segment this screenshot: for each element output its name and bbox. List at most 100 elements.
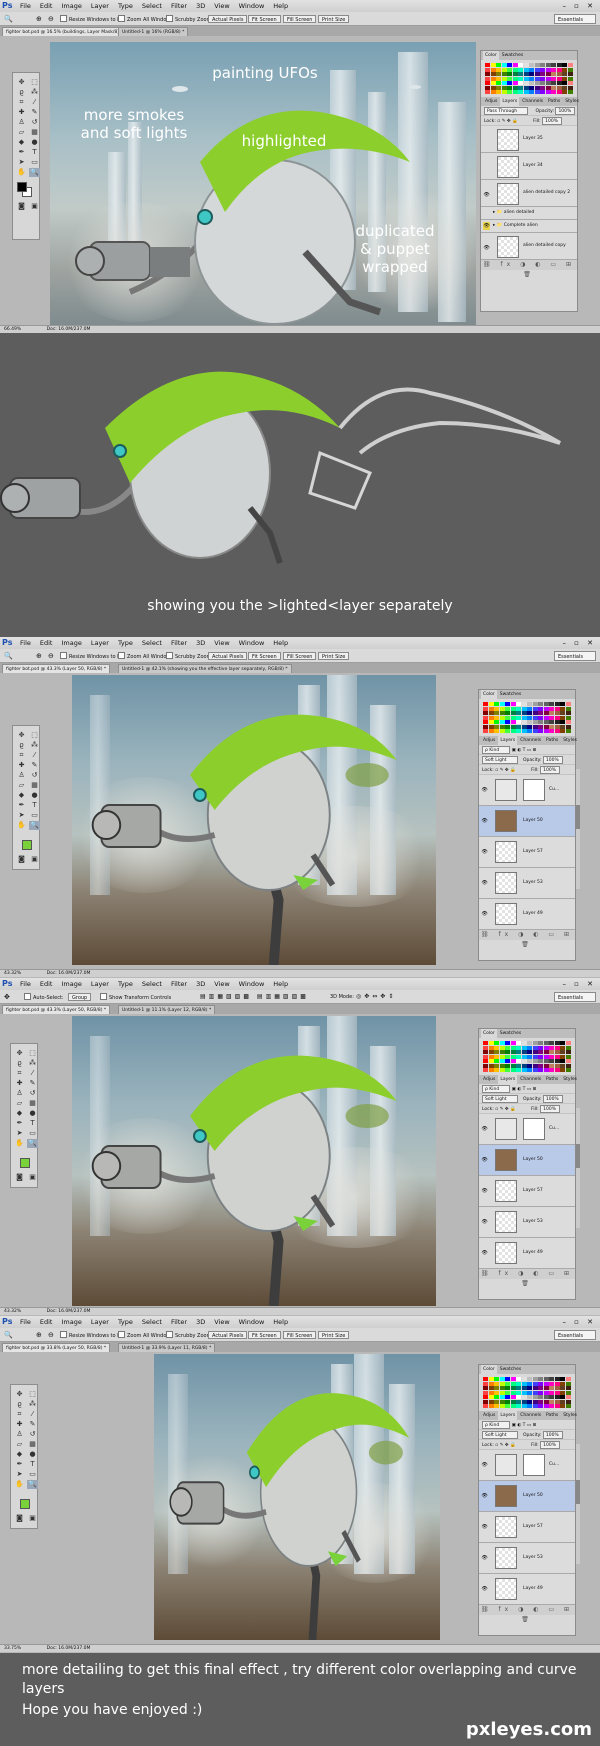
filter-icons[interactable]: ▣ ◐ T ▭ ⊞ (512, 1087, 537, 1092)
swatch[interactable] (488, 720, 494, 724)
blur-tool-icon[interactable]: ◆ (14, 1109, 25, 1118)
document-canvas[interactable]: painting UFOs more smokes and soft light… (50, 42, 476, 328)
zoom-out-icon[interactable]: ⊖ (48, 12, 54, 26)
swatch[interactable] (483, 1399, 488, 1404)
swatch[interactable] (507, 67, 512, 72)
swatch[interactable] (499, 1050, 505, 1054)
tab-layers[interactable]: Layers (498, 736, 518, 745)
swatch[interactable] (549, 1068, 554, 1072)
swatch[interactable] (560, 1390, 565, 1395)
swatch[interactable] (499, 1395, 505, 1399)
tab-paths[interactable]: Paths (544, 1075, 560, 1084)
swatch[interactable] (554, 720, 560, 724)
type-tool-icon[interactable]: T (27, 1460, 38, 1469)
swatch[interactable] (505, 1404, 510, 1408)
swatch[interactable] (521, 715, 527, 720)
swatch[interactable] (529, 67, 534, 72)
3d-mode-icons[interactable]: ◎✥⇔✥⇕ (356, 990, 396, 1004)
swatch[interactable] (565, 715, 571, 720)
swatch[interactable] (518, 76, 523, 81)
opacity-input[interactable]: 100% (542, 756, 563, 764)
swatch[interactable] (483, 711, 488, 715)
swatch[interactable] (554, 1377, 560, 1381)
swatch[interactable] (551, 81, 556, 85)
swatch[interactable] (538, 711, 543, 715)
swatch[interactable] (560, 1395, 565, 1399)
swatch[interactable] (483, 1386, 488, 1390)
swatch[interactable] (483, 1395, 488, 1399)
menu-item[interactable]: Filter (171, 639, 187, 647)
swatch[interactable] (527, 1404, 532, 1408)
tab-channels[interactable]: Channels (520, 97, 545, 106)
swatch[interactable] (565, 1395, 571, 1399)
swatch[interactable] (549, 1390, 554, 1395)
swatch[interactable] (499, 1386, 505, 1390)
swatch[interactable] (488, 1063, 494, 1068)
swatch[interactable] (543, 1390, 549, 1395)
swatch[interactable] (556, 63, 562, 67)
swatch[interactable] (521, 729, 527, 733)
magic-wand-icon[interactable]: ⁂ (27, 1059, 38, 1068)
swatch[interactable] (567, 85, 573, 90)
eye-icon[interactable]: 👁 (481, 1523, 488, 1531)
swatch[interactable] (510, 1045, 516, 1050)
swatch[interactable] (527, 729, 532, 733)
swatch[interactable] (560, 724, 565, 729)
swatch[interactable] (512, 67, 518, 72)
swatch[interactable] (507, 81, 512, 85)
swatch[interactable] (545, 63, 551, 67)
eye-icon[interactable]: 👁 (481, 1249, 488, 1257)
print-size-button[interactable]: Print Size (318, 1331, 350, 1339)
swatch[interactable] (549, 1063, 554, 1068)
swatch[interactable] (485, 76, 490, 81)
dodge-tool-icon[interactable]: ● (27, 1109, 38, 1118)
lasso-tool-icon[interactable]: ϱ (14, 1059, 25, 1068)
swatch[interactable] (567, 90, 573, 94)
crop-tool-icon[interactable]: ⌗ (14, 1069, 25, 1078)
menu-item[interactable]: Select (142, 980, 162, 988)
swatch[interactable] (562, 85, 567, 90)
tab-paths[interactable]: Paths (544, 736, 560, 745)
swatch[interactable] (560, 711, 565, 715)
swatch[interactable] (521, 1395, 527, 1399)
swatch[interactable] (505, 1063, 510, 1068)
layer-kind-select[interactable]: ρ Kind (482, 746, 511, 754)
swatch[interactable] (521, 724, 527, 729)
swatch[interactable] (565, 1386, 571, 1390)
swatch[interactable] (485, 72, 490, 76)
layer-row[interactable]: 👁 Layer 57 (479, 837, 575, 868)
swatch[interactable] (567, 63, 573, 67)
swatch[interactable] (499, 1045, 505, 1050)
swatch[interactable] (527, 1390, 532, 1395)
swatch[interactable] (532, 729, 538, 733)
menu-layer[interactable]: Layer (91, 2, 109, 10)
swatch[interactable] (483, 729, 488, 733)
fit-screen-button[interactable]: Fit Screen (248, 1331, 281, 1339)
swatch[interactable] (490, 85, 496, 90)
swatch[interactable] (510, 1063, 516, 1068)
swatch[interactable] (551, 76, 556, 81)
brush-tool-icon[interactable]: ✎ (29, 108, 40, 117)
swatch[interactable] (483, 1404, 488, 1408)
swatch[interactable] (527, 1386, 532, 1390)
swatch[interactable] (494, 711, 499, 715)
swatch[interactable] (538, 1059, 543, 1063)
type-tool-icon[interactable]: T (29, 801, 40, 810)
swatches-grid[interactable] (479, 1038, 575, 1075)
menu-image[interactable]: Image (61, 2, 81, 10)
workspace-select[interactable]: Essentials (553, 1330, 596, 1340)
menu-item[interactable]: 3D (196, 1318, 205, 1326)
swatch[interactable] (549, 1059, 554, 1063)
swatch[interactable] (485, 67, 490, 72)
swatch[interactable] (510, 715, 516, 720)
tab-swatches[interactable]: Swatches (498, 1365, 524, 1374)
swatch[interactable] (483, 720, 488, 724)
resize-windows-checkbox[interactable]: Resize Windows to Fit (60, 652, 123, 660)
healing-brush-icon[interactable]: ✚ (14, 1420, 25, 1429)
swatch[interactable] (483, 1054, 488, 1059)
swatch[interactable] (488, 1059, 494, 1063)
menu-item[interactable]: Edit (40, 980, 53, 988)
swatch[interactable] (538, 729, 543, 733)
menu-item[interactable]: Window (239, 639, 265, 647)
tab-styles[interactable]: Styles (563, 97, 581, 106)
